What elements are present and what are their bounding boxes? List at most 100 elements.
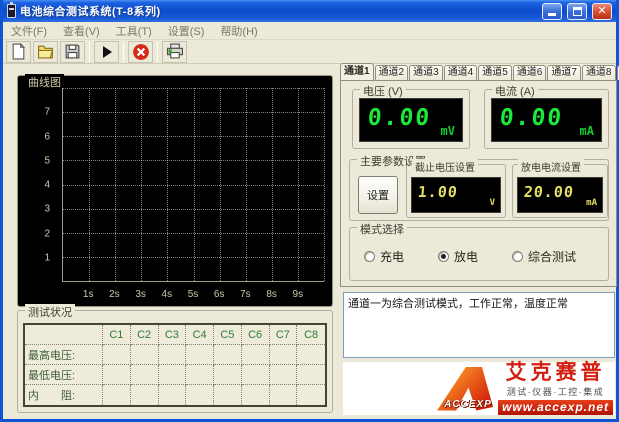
table-cell bbox=[103, 365, 131, 385]
table-cell bbox=[186, 365, 214, 385]
voltage-unit: mV bbox=[441, 124, 455, 138]
radio-icon bbox=[512, 251, 523, 262]
voltage-display: 0.00 mV bbox=[359, 98, 463, 142]
table-cell bbox=[159, 345, 187, 365]
table-col-header: C2 bbox=[131, 325, 159, 345]
voltage-group: 电压 (V) 0.00 mV bbox=[352, 89, 470, 149]
table-cell bbox=[103, 385, 131, 405]
mode-radio[interactable]: 放电 bbox=[438, 248, 478, 265]
open-file-button[interactable] bbox=[33, 41, 58, 63]
menu-item[interactable]: 查看(V) bbox=[63, 23, 100, 39]
y-tick: 5 bbox=[44, 155, 50, 166]
radio-icon bbox=[438, 251, 449, 262]
tab[interactable]: 通道2 bbox=[375, 65, 409, 80]
cutoff-voltage-unit: V bbox=[490, 198, 495, 208]
set-button[interactable]: 设置 bbox=[358, 176, 398, 214]
table-cell bbox=[131, 365, 159, 385]
table-corner bbox=[25, 325, 103, 345]
x-tick: 1s bbox=[83, 289, 94, 300]
menu-item[interactable]: 工具(T) bbox=[116, 23, 152, 39]
mode-label: 模式选择 bbox=[357, 221, 407, 237]
current-label: 电流 (A) bbox=[492, 83, 538, 99]
table-cell bbox=[297, 345, 325, 365]
cutoff-voltage-label: 截止电压设置 bbox=[412, 159, 478, 174]
mode-group: 模式选择 充电 放电 综合测试 bbox=[349, 227, 609, 281]
table-col-header: C6 bbox=[242, 325, 270, 345]
table-cell bbox=[242, 365, 270, 385]
save-floppy-icon bbox=[64, 43, 81, 60]
accexp-logo-icon: ACCEXP bbox=[437, 367, 493, 411]
brand-logo-area: ACCEXP 艾克赛普 测试·仪器·工控·集成 www.accexp.net bbox=[343, 362, 615, 415]
current-group: 电流 (A) 0.00 mA bbox=[484, 89, 609, 149]
tab[interactable]: 通道6 bbox=[513, 65, 547, 80]
radio-icon bbox=[364, 251, 375, 262]
table-cell bbox=[242, 345, 270, 365]
channel1-panel: 电压 (V) 0.00 mV 电流 (A) 0.00 mA 主要参数设置 设置 … bbox=[340, 80, 617, 287]
table-cell bbox=[214, 365, 242, 385]
tab[interactable]: 通道8 bbox=[582, 65, 616, 80]
window-title: 电池综合测试系统(T-8系列) bbox=[20, 3, 537, 19]
current-display: 0.00 mA bbox=[491, 98, 602, 142]
table-row-header: 最低电压: bbox=[25, 365, 103, 385]
y-axis-labels: 7654321 bbox=[18, 88, 58, 282]
tab[interactable]: 通道3 bbox=[409, 65, 443, 80]
mode-radio[interactable]: 综合测试 bbox=[512, 248, 576, 265]
menu-item[interactable]: 帮助(H) bbox=[220, 23, 257, 39]
test-status-table: C1C2C3C4C5C6C7C8最高电压:最低电压:内 阻: bbox=[23, 323, 327, 407]
stop-test-button[interactable] bbox=[128, 41, 153, 63]
y-tick: 3 bbox=[44, 204, 50, 215]
close-button[interactable]: ✕ bbox=[592, 3, 612, 20]
x-tick: 3s bbox=[135, 289, 146, 300]
menu-item[interactable]: 文件(F) bbox=[11, 23, 47, 39]
minimize-button[interactable] bbox=[542, 3, 562, 20]
mode-radio[interactable]: 充电 bbox=[364, 248, 404, 265]
table-cell bbox=[297, 385, 325, 405]
menu-item[interactable]: 设置(S) bbox=[168, 23, 205, 39]
table-cell bbox=[131, 345, 159, 365]
start-test-button[interactable] bbox=[94, 41, 119, 63]
save-file-button[interactable] bbox=[60, 41, 85, 63]
maximize-button[interactable] bbox=[567, 3, 587, 20]
table-cell bbox=[270, 365, 298, 385]
table-cell bbox=[297, 365, 325, 385]
params-group: 主要参数设置 设置 截止电压设置 1.00 V 放电电流设置 20.00 mA bbox=[349, 159, 609, 221]
channel-status-textbox: 通道一为综合测试模式，工作正常，温度正常 bbox=[343, 292, 615, 358]
table-cell bbox=[103, 345, 131, 365]
stop-icon bbox=[132, 43, 150, 61]
new-file-button[interactable] bbox=[6, 41, 31, 63]
table-cell bbox=[270, 385, 298, 405]
logo-brand-en: ACCEXP bbox=[444, 399, 492, 410]
toolbar bbox=[3, 40, 616, 64]
current-unit: mA bbox=[580, 124, 594, 138]
discharge-current-label: 放电电流设置 bbox=[518, 159, 584, 174]
app-window: 电池综合测试系统(T-8系列) ✕ 文件(F) 查看(V) 工具(T) 设置(S) 帮助… bbox=[0, 0, 619, 422]
toolbar-separator bbox=[123, 42, 124, 62]
printer-icon bbox=[166, 43, 184, 60]
channel-tabs: 通道1通道2通道3通道4通道5通道6通道7通道8绘图通用 bbox=[340, 64, 611, 80]
print-button[interactable] bbox=[162, 41, 187, 63]
y-tick: 6 bbox=[44, 131, 50, 142]
tab[interactable]: 通道1 bbox=[340, 63, 374, 80]
tab[interactable]: 通道5 bbox=[478, 65, 512, 80]
y-tick: 2 bbox=[44, 228, 50, 239]
tab[interactable]: 通道4 bbox=[444, 65, 478, 80]
table-col-header: C7 bbox=[270, 325, 298, 345]
table-cell bbox=[186, 385, 214, 405]
toolbar-separator bbox=[157, 42, 158, 62]
tab[interactable]: 通道7 bbox=[547, 65, 581, 80]
discharge-current-unit: mA bbox=[586, 198, 597, 208]
table-row-header: 内 阻: bbox=[25, 385, 103, 405]
logo-tagline: 测试·仪器·工控·集成 bbox=[507, 385, 605, 398]
table-cell bbox=[242, 385, 270, 405]
table-cell bbox=[159, 365, 187, 385]
x-tick: 2s bbox=[109, 289, 120, 300]
x-axis-labels: 1s2s3s4s5s6s7s8s9s bbox=[62, 287, 324, 303]
discharge-current-group: 放电电流设置 20.00 mA bbox=[512, 164, 608, 218]
new-file-icon bbox=[10, 43, 27, 60]
table-cell bbox=[186, 345, 214, 365]
curve-graph-group: 曲线图 7654321 1s2s3s4s5s6s7s8s9s bbox=[17, 75, 333, 307]
x-tick: 9s bbox=[293, 289, 304, 300]
table-col-header: C3 bbox=[159, 325, 187, 345]
y-tick: 1 bbox=[44, 252, 50, 263]
y-tick: 4 bbox=[44, 180, 50, 191]
